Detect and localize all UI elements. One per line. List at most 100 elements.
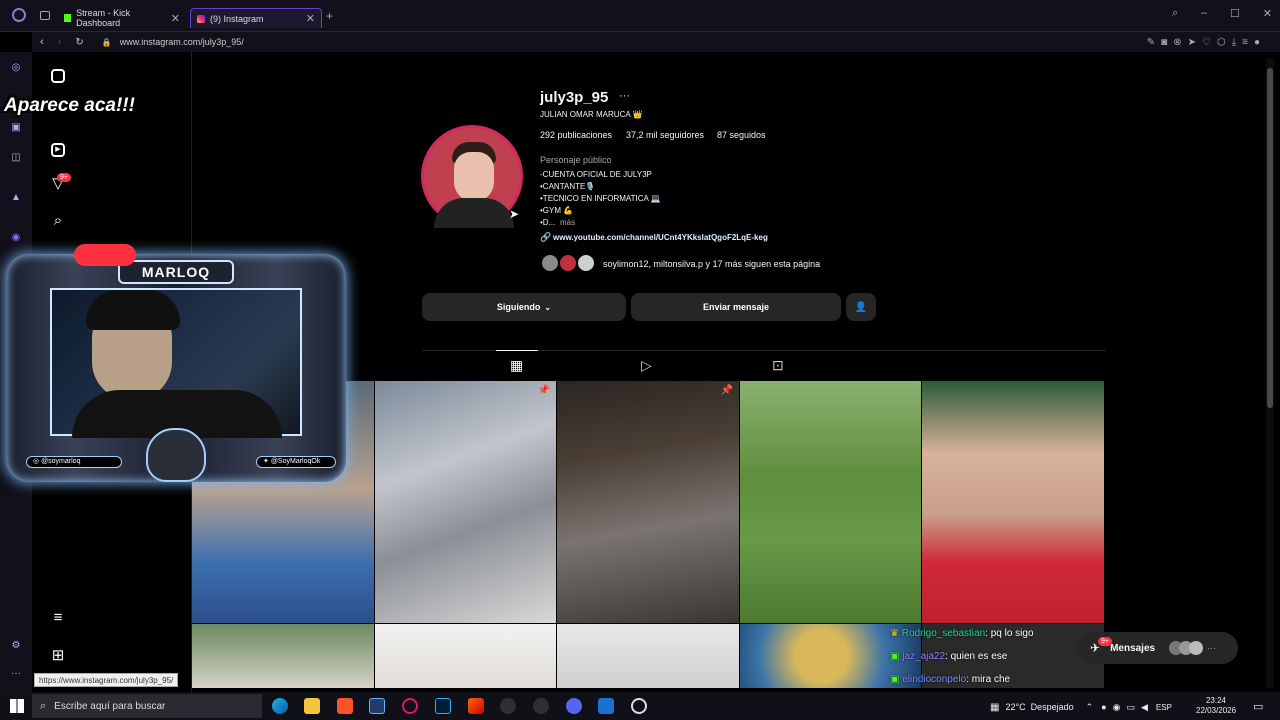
post-thumbnail[interactable]	[192, 624, 374, 688]
post-thumbnail[interactable]	[922, 381, 1104, 623]
clock-time: 23:24	[1205, 696, 1227, 705]
heart-icon[interactable]: ♡	[1202, 37, 1217, 48]
status-url-tooltip: https://www.instagram.com/july3p_95/	[34, 673, 179, 687]
followed-by-text[interactable]: soylimon12, miltonsilva.p y 17 más sigue…	[603, 259, 820, 269]
send-message-button[interactable]: Enviar mensaje	[631, 293, 841, 321]
tab-instagram[interactable]: (9) Instagram ✕	[190, 8, 322, 28]
language-indicator[interactable]: ESP	[1156, 703, 1172, 712]
instagram-icon[interactable]	[49, 69, 67, 87]
obs-icon[interactable]	[500, 698, 516, 714]
vegas-icon[interactable]	[369, 698, 385, 714]
following-count[interactable]: 87 seguidos	[717, 130, 766, 140]
instagram-rail-icon[interactable]: ◫	[9, 152, 23, 166]
tab-manager-icon[interactable]	[40, 11, 50, 20]
weather-icon[interactable]: ▦	[990, 702, 999, 713]
maximize-icon[interactable]: ☐	[1230, 7, 1240, 20]
url-field[interactable]: www.instagram.com/july3p_95/	[120, 37, 244, 47]
chevron-down-icon: ⌄	[544, 302, 552, 312]
discord-icon[interactable]	[566, 698, 582, 714]
scrollbar-thumb[interactable]	[1267, 68, 1273, 408]
file-explorer-icon[interactable]	[304, 698, 320, 714]
volume-icon[interactable]: ◀	[1141, 702, 1148, 713]
tab-label: (9) Instagram	[210, 13, 264, 24]
mic-icon[interactable]: ●	[1101, 702, 1106, 712]
reload-icon[interactable]: ↻	[75, 37, 83, 48]
profile-link[interactable]: www.youtube.com/channel/UCnt4YKkslatQgoF…	[553, 233, 768, 242]
close-tab-icon[interactable]: ✕	[306, 12, 315, 25]
bio-line: -CUENTA OFICIAL DE JULY3P	[540, 170, 652, 179]
bio-more-link[interactable]: más	[560, 218, 575, 227]
speed-dial-icon[interactable]: ◎	[9, 62, 23, 76]
notification-badge: 9+	[57, 173, 71, 182]
taskbar-search[interactable]: ⌕ Escribe aquí para buscar	[32, 694, 262, 718]
reels-tab-icon[interactable]: ▷	[641, 357, 652, 374]
settings-rail-icon[interactable]: ⚙	[9, 640, 23, 654]
photoshop-icon[interactable]	[435, 698, 451, 714]
kick-rail-icon[interactable]: ▲	[9, 192, 23, 206]
helmet-ornament	[146, 428, 206, 482]
obs-alt-icon[interactable]	[533, 698, 549, 714]
post-thumbnail[interactable]	[557, 624, 739, 688]
lock-icon: 🔒	[101, 37, 112, 47]
camera-icon[interactable]: ◙	[1161, 37, 1173, 48]
tray-app-icon[interactable]: ◉	[1113, 702, 1121, 713]
windows-start-icon[interactable]	[10, 699, 24, 713]
profile-avatar[interactable]	[421, 125, 523, 228]
followed-by-avatars[interactable]	[540, 253, 600, 273]
box-icon[interactable]: ⬡	[1217, 37, 1232, 48]
reels-icon[interactable]: ▶	[49, 138, 67, 157]
app3-icon[interactable]	[631, 698, 647, 714]
opera-gx-icon[interactable]	[402, 698, 418, 714]
instagram-handle: @soymarloq	[41, 458, 81, 465]
menu-icon[interactable]: ≡	[1242, 37, 1254, 48]
more-rail-icon[interactable]: ···	[9, 668, 23, 682]
post-thumbnail[interactable]	[740, 381, 921, 623]
chat-user: jaz_aja22	[902, 651, 946, 662]
twitch-icon[interactable]: ▣	[9, 122, 23, 136]
browser-logo-icon[interactable]	[12, 8, 26, 22]
brave-icon[interactable]	[337, 698, 353, 714]
network-icon[interactable]: ▭	[1126, 702, 1135, 713]
tray-chevron-icon[interactable]: ⌃	[1086, 702, 1094, 713]
followers-count[interactable]: 37,2 mil seguidores	[626, 130, 704, 140]
new-tab-icon[interactable]: +	[326, 9, 333, 23]
apps-icon[interactable]: ⊞	[49, 647, 67, 665]
close-window-icon[interactable]: ✕	[1263, 7, 1272, 20]
messages-panel[interactable]: ✈ 9+ Mensajes ···	[1078, 632, 1238, 664]
chat-message: ▣ jaz_aja22: quien es ese	[890, 651, 1007, 662]
edge-icon[interactable]	[272, 698, 288, 714]
forward-icon[interactable]: ›	[58, 36, 62, 48]
page-scrollbar[interactable]	[1266, 58, 1274, 688]
following-button[interactable]: Siguiendo ⌄	[422, 293, 626, 321]
post-thumbnail[interactable]: 📌	[375, 381, 556, 623]
more-icon: ···	[1207, 643, 1217, 653]
suggest-users-button[interactable]: 👤	[846, 293, 876, 321]
clock[interactable]: 23:24 22/03/2026	[1196, 696, 1236, 716]
profile-options-button[interactable]: ···	[619, 90, 630, 102]
chat-badge-icon: ♛	[890, 628, 899, 639]
close-tab-icon[interactable]: ✕	[171, 12, 180, 25]
tab-kick-dashboard[interactable]: Stream - Kick Dashboard ✕	[58, 8, 186, 28]
hamburger-menu-icon[interactable]: ≡	[49, 609, 67, 627]
edit-icon[interactable]: ✎	[1147, 37, 1161, 48]
search-tabs-icon[interactable]: ⌕	[1172, 7, 1178, 20]
tab-label: Stream - Kick Dashboard	[76, 8, 131, 28]
bio-line: •D...	[540, 218, 556, 227]
notifications-icon[interactable]: ▭	[1253, 700, 1263, 713]
post-thumbnail[interactable]	[375, 624, 556, 688]
post-thumbnail[interactable]: 📌	[557, 381, 739, 623]
minimize-icon[interactable]: –	[1201, 7, 1207, 20]
profile-icon[interactable]: ●	[1254, 37, 1266, 48]
weather-text[interactable]: 22°C Despejado	[1005, 702, 1073, 712]
send-icon[interactable]: ➤	[1188, 37, 1202, 48]
search-icon[interactable]: ⌕	[49, 212, 67, 230]
tagged-tab-icon[interactable]: ⊡	[772, 357, 784, 374]
back-icon[interactable]: ‹	[40, 36, 44, 48]
posts-grid-icon[interactable]: ▦	[510, 357, 523, 374]
pin-icon: 📌	[537, 385, 550, 396]
profile-full-name: JULIAN OMAR MARUCA 👑	[540, 110, 643, 119]
app-icon[interactable]	[468, 698, 484, 714]
block-icon[interactable]: ⊗	[1173, 37, 1187, 48]
download-icon[interactable]: ⤓	[1232, 37, 1242, 48]
app2-icon[interactable]	[598, 698, 614, 714]
